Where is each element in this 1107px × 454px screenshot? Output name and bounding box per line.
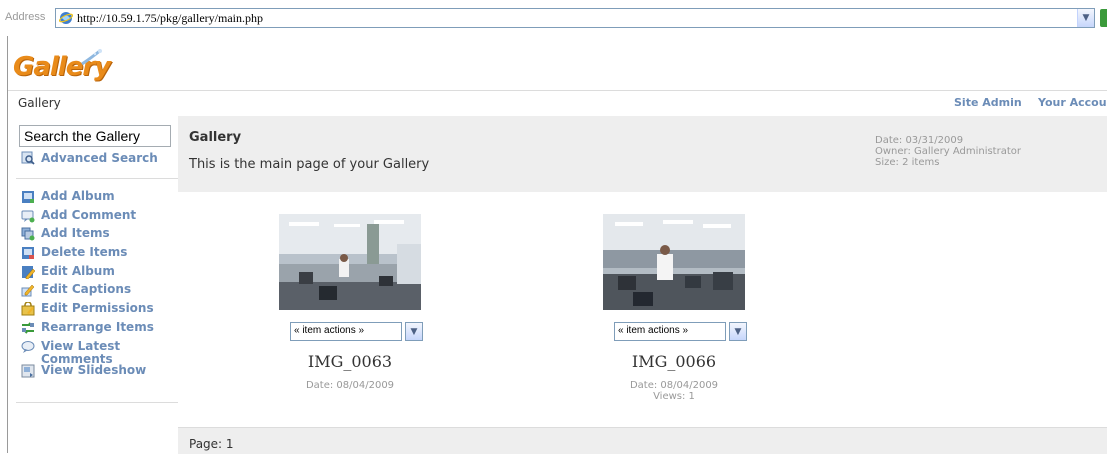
sidebar-item-label: Rearrange Items [41, 319, 154, 334]
advanced-search-link[interactable]: Advanced Search [21, 151, 158, 165]
sidebar-item-add-comment[interactable]: Add Comment [21, 207, 154, 228]
item-title[interactable]: IMG_0063 [250, 352, 450, 371]
page-indicator: Page: 1 [189, 437, 234, 451]
breadcrumb-bar: Gallery Site Admin Your Account [8, 90, 1107, 117]
sidebar-item-delete-items[interactable]: Delete Items [21, 246, 154, 265]
delete-items-icon [22, 247, 34, 260]
album-description: This is the main page of your Gallery [189, 157, 430, 172]
album-header: Gallery This is the main page of your Ga… [178, 116, 1107, 192]
album-title: Gallery [189, 130, 242, 145]
sidebar-item-label: View Latest Comments [41, 338, 121, 366]
sidebar-item-view-slideshow[interactable]: View Slideshow [21, 362, 154, 383]
item-views-value: Views: 1 [653, 391, 695, 402]
sidebar-item-label: Edit Album [41, 263, 115, 278]
sidebar-actions-list: Add Album Add Comment Add Items Delete I… [21, 190, 154, 382]
advanced-search-label: Advanced Search [41, 151, 158, 165]
item-date-value: Date: 08/04/2009 [629, 380, 719, 391]
sidebar-item-label: Add Comment [41, 207, 137, 222]
sidebar-divider [16, 402, 178, 403]
address-dropdown-icon[interactable]: ▼ [1077, 9, 1094, 27]
add-album-icon [22, 191, 34, 203]
site-admin-link[interactable]: Site Admin [954, 96, 1022, 109]
album-owner: Owner: Gallery Administrator [875, 146, 1021, 157]
sparkle-icon [81, 48, 102, 66]
your-account-link[interactable]: Your Account [1038, 96, 1107, 109]
item-title[interactable]: IMG_0066 [574, 352, 774, 371]
search-icon [21, 151, 35, 165]
sidebar-item-label: Add Album [41, 189, 115, 203]
ie-page-icon [59, 12, 73, 24]
item-date: Date: 08/04/2009 Views: 1 [574, 380, 774, 402]
chevron-down-icon[interactable]: ▼ [729, 322, 747, 341]
rearrange-items-icon [22, 322, 34, 334]
address-label: Address [5, 11, 46, 23]
thumbnail-img-0066[interactable] [603, 214, 745, 310]
add-comment-icon [21, 210, 35, 223]
address-url[interactable]: http://10.59.1.75/pkg/gallery/main.php [77, 11, 263, 26]
address-field[interactable]: http://10.59.1.75/pkg/gallery/main.php ▼ [55, 8, 1095, 28]
sidebar-item-add-items[interactable]: Add Items [21, 227, 154, 246]
browser-address-bar: Address http://10.59.1.75/pkg/gallery/ma… [0, 0, 1107, 36]
go-button[interactable] [1100, 9, 1107, 27]
sidebar-item-label: Delete Items [41, 245, 128, 260]
view-comments-icon [21, 340, 35, 353]
sidebar-item-edit-captions[interactable]: Edit Captions [21, 283, 154, 302]
sidebar-item-edit-permissions[interactable]: Edit Permissions [21, 302, 154, 321]
sidebar-divider [16, 178, 178, 179]
sidebar-item-label: Edit Captions [41, 282, 132, 297]
album-size: Size: 2 items [875, 157, 940, 168]
sidebar-item-add-album[interactable]: Add Album [21, 190, 154, 209]
breadcrumb-gallery[interactable]: Gallery [18, 96, 61, 110]
sidebar: Advanced Search Add Album Add Comment Ad… [8, 116, 178, 453]
gallery-logo[interactable]: Gallery [13, 48, 111, 86]
item-date-value: Date: 08/04/2009 [305, 380, 395, 391]
edit-album-icon [22, 265, 35, 279]
sidebar-item-view-latest-comments[interactable]: View Latest Comments [21, 338, 154, 366]
sidebar-item-edit-album[interactable]: Edit Album [21, 263, 154, 284]
album-meta: Date: 03/31/2009 Owner: Gallery Administ… [875, 135, 1021, 168]
add-items-icon [21, 227, 35, 241]
sidebar-item-rearrange-items[interactable]: Rearrange Items [21, 319, 154, 340]
pager: Page: 1 [178, 427, 1107, 454]
edit-captions-icon [21, 285, 35, 297]
slideshow-icon [21, 364, 35, 377]
search-input[interactable] [19, 125, 171, 147]
sidebar-item-label: Add Items [41, 226, 110, 241]
chevron-down-icon[interactable]: ▼ [405, 322, 423, 341]
item-date: Date: 08/04/2009 [250, 380, 450, 391]
edit-permissions-icon [21, 302, 35, 316]
item-actions-value[interactable]: « item actions » [290, 322, 402, 341]
item-actions-select[interactable]: « item actions » ▼ [290, 322, 423, 341]
sidebar-item-label: Edit Permissions [41, 301, 154, 316]
item-actions-select[interactable]: « item actions » ▼ [614, 322, 747, 341]
item-actions-value[interactable]: « item actions » [614, 322, 726, 341]
thumbnail-img-0063[interactable] [279, 214, 421, 310]
sidebar-item-label: View Slideshow [41, 362, 147, 377]
album-date: Date: 03/31/2009 [875, 135, 964, 146]
